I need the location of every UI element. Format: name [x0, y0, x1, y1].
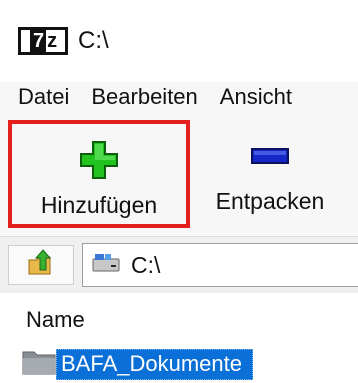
minus-icon	[251, 138, 289, 174]
add-button-label: Hinzufügen	[40, 192, 158, 218]
app-logo-icon: 7z	[18, 27, 68, 55]
menu-item-datei[interactable]: Datei	[18, 84, 69, 110]
column-header-name[interactable]: Name	[26, 307, 85, 333]
up-folder-button[interactable]	[8, 245, 74, 285]
file-name: BAFA_Dokumente	[56, 348, 253, 380]
menu-item-ansicht[interactable]: Ansicht	[220, 84, 292, 110]
logo-z: z	[47, 29, 57, 52]
toolbar: Hinzufügen Entpacken	[0, 112, 358, 236]
extract-button[interactable]: Entpacken	[200, 120, 340, 228]
path-text: C:\	[131, 251, 161, 278]
plus-icon	[80, 141, 118, 179]
path-input[interactable]: C:\	[82, 243, 358, 287]
title-bar: 7z C:\	[0, 0, 358, 82]
menu-item-bearbeiten[interactable]: Bearbeiten	[91, 84, 197, 110]
address-bar: C:\	[0, 236, 358, 294]
list-item[interactable]: BAFA_Dokumente	[22, 348, 253, 380]
window-title: C:\	[78, 27, 109, 54]
drive-icon	[91, 251, 121, 280]
extract-button-label: Entpacken	[215, 188, 325, 214]
menu-bar: Datei Bearbeiten Ansicht	[0, 82, 358, 112]
folder-up-icon	[26, 248, 56, 283]
logo-seven: 7	[29, 29, 47, 53]
add-button[interactable]: Hinzufügen	[8, 120, 190, 228]
file-list: Name BAFA_Dokumente	[0, 293, 358, 383]
folder-icon	[22, 349, 56, 380]
